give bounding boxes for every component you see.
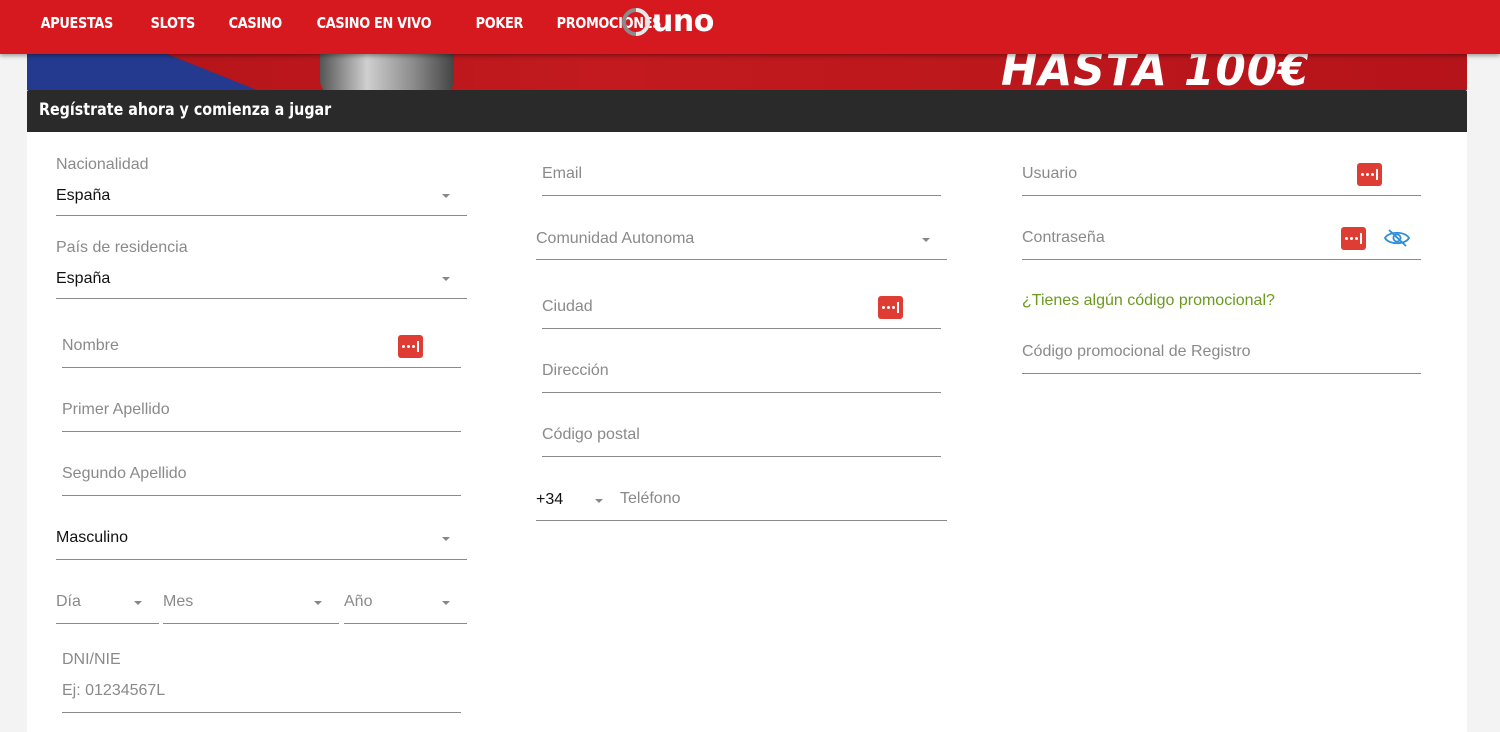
banner-flag-graphic bbox=[27, 54, 257, 90]
nationality-select[interactable]: Nacionalidad España bbox=[56, 154, 467, 216]
top-nav-bar: APUESTAS SLOTS CASINO CASINO EN VIVO POK… bbox=[0, 0, 1500, 54]
birth-year-placeholder: Año bbox=[344, 593, 373, 610]
password-placeholder: Contraseña bbox=[1022, 229, 1105, 246]
username-placeholder: Usuario bbox=[1022, 165, 1078, 182]
first-surname-placeholder: Primer Apellido bbox=[62, 401, 170, 418]
second-surname-input[interactable]: Segundo Apellido bbox=[62, 450, 461, 496]
postal-code-placeholder: Código postal bbox=[542, 426, 640, 443]
city-placeholder: Ciudad bbox=[542, 298, 593, 315]
promo-code-link[interactable]: ¿Tienes algún código promocional? bbox=[1022, 292, 1275, 310]
chevron-down-icon bbox=[134, 601, 142, 605]
nav-poker[interactable]: POKER bbox=[461, 14, 538, 32]
nav-casino-en-vivo[interactable]: CASINO EN VIVO bbox=[302, 14, 446, 32]
residence-value: España bbox=[56, 270, 111, 287]
promo-code-input[interactable]: Código promocional de Registro bbox=[1022, 328, 1421, 374]
password-manager-icon[interactable] bbox=[1357, 163, 1382, 186]
phone-prefix-select[interactable]: +34 bbox=[536, 491, 563, 509]
address-placeholder: Dirección bbox=[542, 362, 609, 379]
registration-header: Regístrate ahora y comienza a jugar bbox=[27, 90, 1467, 132]
nationality-label: Nacionalidad bbox=[56, 156, 149, 173]
promo-banner[interactable]: HASTA 100€ bbox=[27, 54, 1467, 90]
birth-month-select[interactable]: Mes bbox=[163, 578, 339, 624]
dni-label: DNI/NIE bbox=[62, 651, 121, 668]
brand-logo[interactable]: uno bbox=[622, 4, 714, 39]
residence-country-select[interactable]: País de residencia España bbox=[56, 237, 467, 299]
region-select[interactable]: Comunidad Autonoma bbox=[536, 214, 947, 260]
birth-month-placeholder: Mes bbox=[163, 593, 194, 610]
second-surname-placeholder: Segundo Apellido bbox=[62, 465, 187, 482]
password-manager-icon[interactable] bbox=[878, 296, 903, 319]
registration-form: Nacionalidad España País de residencia E… bbox=[27, 132, 1467, 732]
residence-label: País de residencia bbox=[56, 239, 188, 256]
phone-input[interactable]: Teléfono bbox=[620, 490, 681, 508]
birth-day-select[interactable]: Día bbox=[56, 578, 159, 624]
first-name-input[interactable]: Nombre bbox=[62, 322, 461, 368]
uno-logo-icon bbox=[622, 8, 650, 36]
region-placeholder: Comunidad Autonoma bbox=[536, 230, 695, 247]
brand-name: uno bbox=[652, 4, 714, 39]
nav-slots[interactable]: SLOTS bbox=[136, 14, 210, 32]
chevron-down-icon bbox=[922, 238, 930, 242]
password-manager-icon[interactable] bbox=[398, 335, 423, 358]
main-nav: APUESTAS SLOTS CASINO CASINO EN VIVO POK… bbox=[26, 0, 690, 46]
promo-code-placeholder: Código promocional de Registro bbox=[1022, 343, 1251, 360]
banner-trophy-image bbox=[320, 54, 454, 90]
phone-field: +34 Teléfono bbox=[536, 475, 947, 521]
chevron-down-icon bbox=[442, 194, 450, 198]
username-input[interactable]: Usuario bbox=[1022, 150, 1421, 196]
eye-hidden-icon[interactable] bbox=[1383, 228, 1411, 248]
city-input[interactable]: Ciudad bbox=[542, 283, 941, 329]
dni-placeholder: Ej: 01234567L bbox=[62, 682, 166, 699]
dni-input[interactable]: DNI/NIE Ej: 01234567L bbox=[62, 649, 461, 713]
gender-value: Masculino bbox=[56, 529, 129, 546]
nav-casino[interactable]: CASINO bbox=[214, 14, 296, 32]
banner-headline: HASTA 100€ bbox=[1001, 54, 1310, 90]
email-input[interactable]: Email bbox=[542, 150, 941, 196]
chevron-down-icon bbox=[314, 601, 322, 605]
password-manager-icon[interactable] bbox=[1341, 227, 1366, 250]
chevron-down-icon bbox=[442, 601, 450, 605]
birth-day-placeholder: Día bbox=[56, 593, 81, 610]
postal-code-input[interactable]: Código postal bbox=[542, 411, 941, 457]
chevron-down-icon bbox=[442, 537, 450, 541]
password-input[interactable]: Contraseña bbox=[1022, 214, 1421, 260]
registration-title: Regístrate ahora y comienza a jugar bbox=[39, 100, 332, 120]
birth-year-select[interactable]: Año bbox=[344, 578, 467, 624]
chevron-down-icon bbox=[595, 499, 603, 503]
first-name-placeholder: Nombre bbox=[62, 337, 119, 354]
chevron-down-icon bbox=[442, 277, 450, 281]
nationality-value: España bbox=[56, 187, 111, 204]
gender-select[interactable]: Masculino bbox=[56, 514, 467, 560]
address-input[interactable]: Dirección bbox=[542, 347, 941, 393]
nav-apuestas[interactable]: APUESTAS bbox=[26, 14, 128, 32]
first-surname-input[interactable]: Primer Apellido bbox=[62, 386, 461, 432]
email-placeholder: Email bbox=[542, 165, 583, 182]
